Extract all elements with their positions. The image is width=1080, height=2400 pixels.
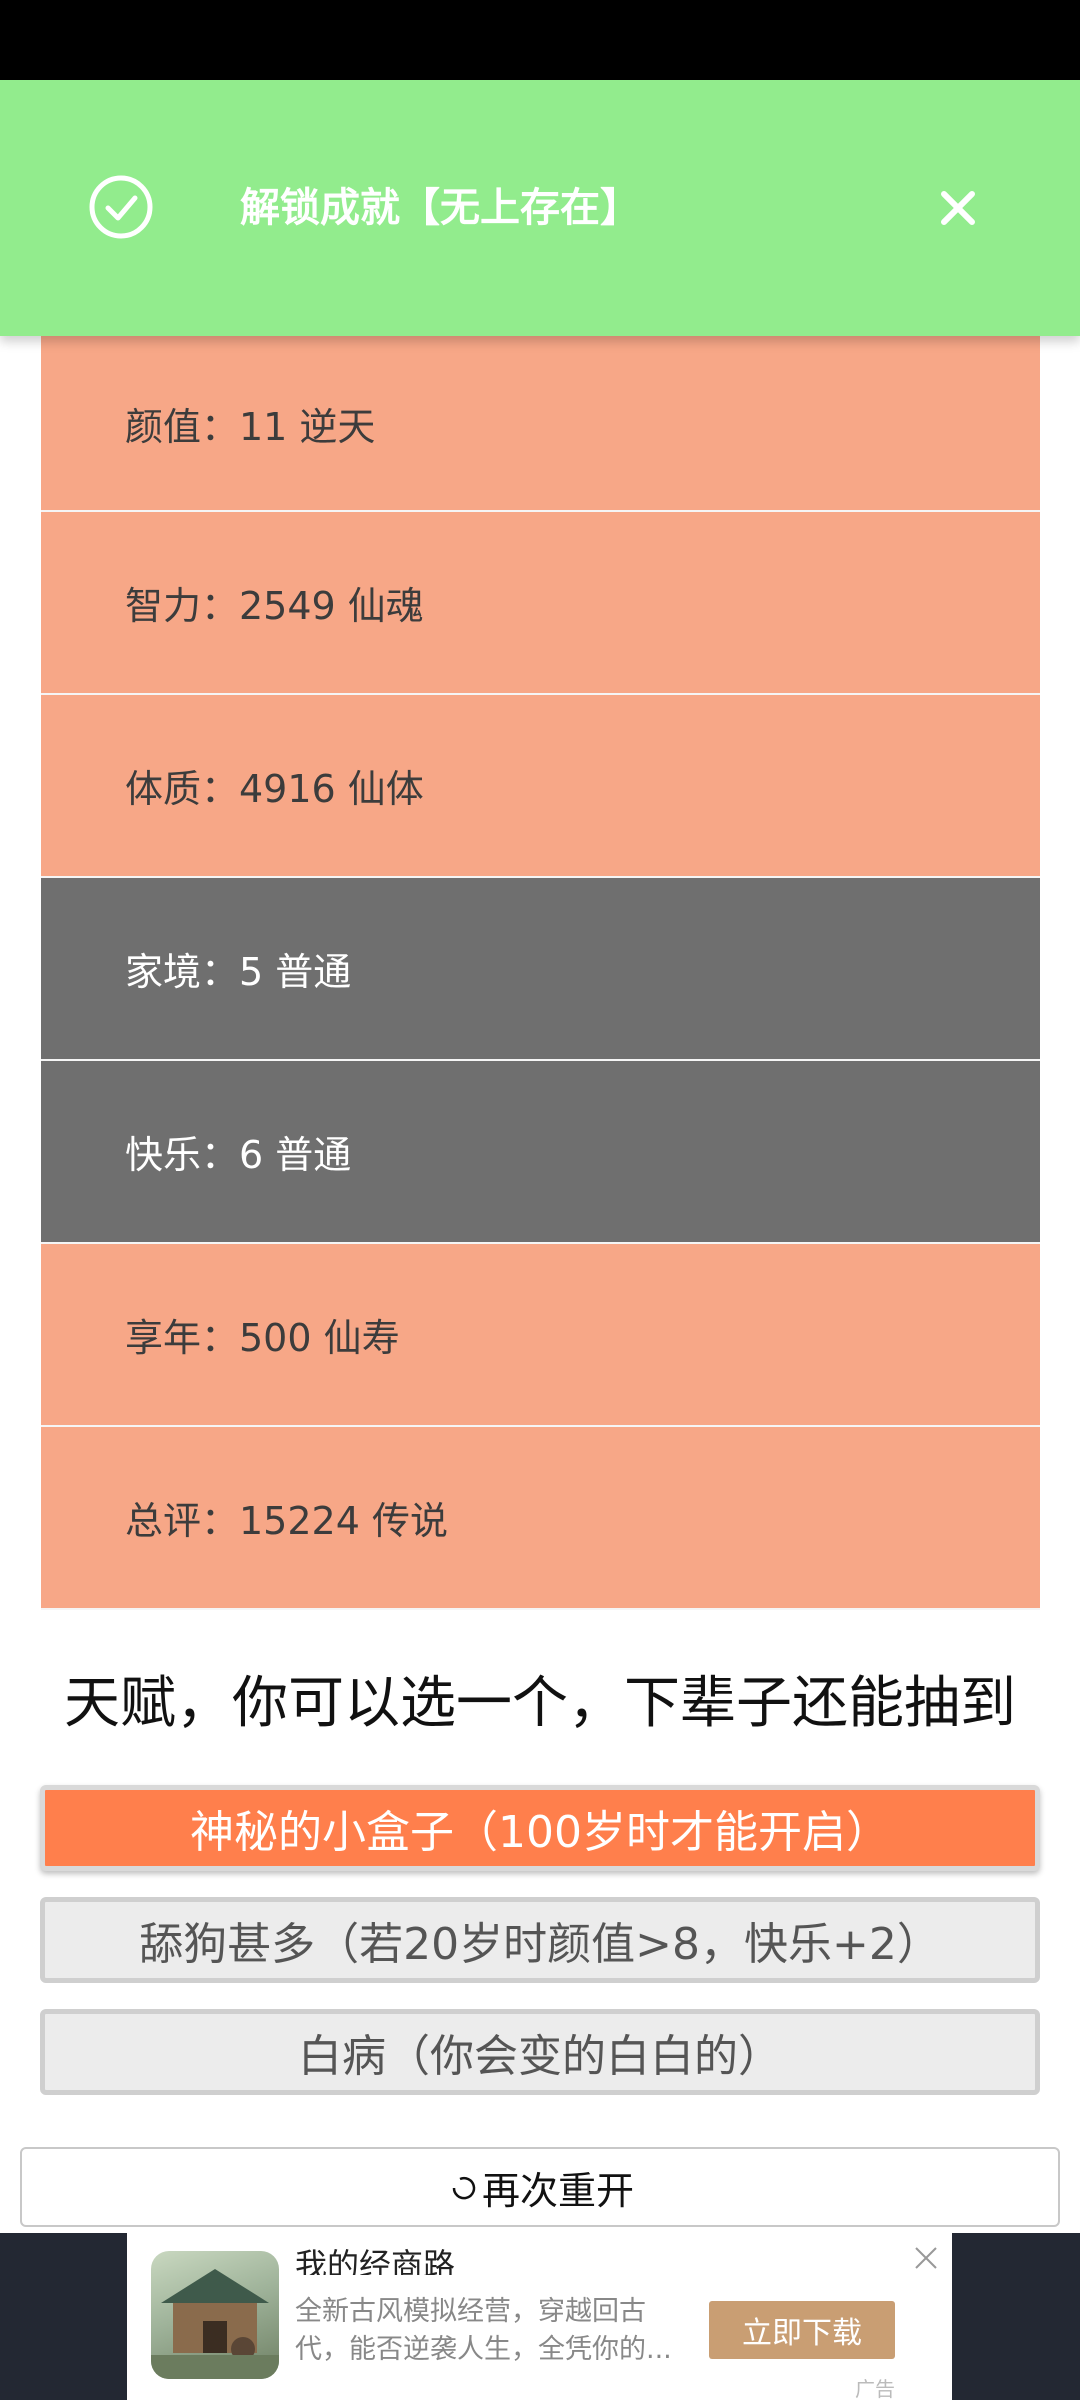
stat-label: 享年：500 仙寿 bbox=[125, 1316, 400, 1360]
stat-label: 体质：4916 仙体 bbox=[125, 767, 424, 811]
stat-row-intelligence: 智力：2549 仙魂 bbox=[41, 512, 1040, 695]
stat-row-lifespan: 享年：500 仙寿 bbox=[41, 1244, 1040, 1427]
ad-tag: 广告 bbox=[855, 2377, 895, 2400]
ad-title: 我的经商路 bbox=[295, 2246, 456, 2275]
achievement-toast: 解锁成就【无上存在】 bbox=[0, 80, 1080, 336]
check-circle-icon bbox=[89, 175, 153, 239]
stat-row-happiness: 快乐：6 普通 bbox=[41, 1061, 1040, 1244]
talent-option-admirers[interactable]: 舔狗甚多（若20岁时颜值>8，快乐+2） bbox=[40, 1897, 1040, 1983]
stat-label: 总评：15224 传说 bbox=[125, 1499, 448, 1543]
refresh-icon bbox=[452, 2176, 476, 2200]
status-bar bbox=[0, 0, 1080, 80]
stat-row-appearance: 颜值：11 逆天 bbox=[41, 336, 1040, 512]
ad-download-button[interactable]: 立即下载 bbox=[709, 2301, 895, 2359]
stats-list: 颜值：11 逆天 智力：2549 仙魂 体质：4916 仙体 家境：5 普通 快… bbox=[41, 336, 1040, 1610]
ad-game-image[interactable] bbox=[151, 2251, 279, 2379]
ad-illustration bbox=[151, 2269, 279, 2379]
ad-banner[interactable]: 我的经商路 全新古风模拟经营，穿越回古代，能否逆袭人生，全凭你的... 立即下载… bbox=[127, 2233, 952, 2400]
stat-label: 快乐：6 普通 bbox=[125, 1133, 352, 1177]
stat-row-constitution: 体质：4916 仙体 bbox=[41, 695, 1040, 878]
restart-button[interactable]: 再次重开 bbox=[20, 2147, 1060, 2227]
talent-heading: 天赋，你可以选一个，下辈子还能抽到 bbox=[64, 1671, 1016, 1736]
stat-label: 颜值：11 逆天 bbox=[125, 404, 376, 449]
restart-label: 再次重开 bbox=[481, 2168, 634, 2213]
ad-description: 全新古风模拟经营，穿越回古代，能否逆袭人生，全凭你的... bbox=[295, 2296, 672, 2365]
stat-row-total: 总评：15224 传说 bbox=[41, 1427, 1040, 1610]
stat-label: 家境：5 普通 bbox=[125, 950, 352, 994]
toast-title: 解锁成就【无上存在】 bbox=[240, 185, 640, 231]
stat-row-family: 家境：5 普通 bbox=[41, 878, 1040, 1061]
talent-option-mystery-box[interactable]: 神秘的小盒子（100岁时才能开启） bbox=[40, 1785, 1040, 1871]
ad-close-icon[interactable] bbox=[911, 2243, 941, 2273]
talent-option-albinism[interactable]: 白病（你会变的白白的） bbox=[40, 2009, 1040, 2095]
close-icon[interactable] bbox=[934, 184, 982, 232]
stat-label: 智力：2549 仙魂 bbox=[125, 584, 424, 628]
